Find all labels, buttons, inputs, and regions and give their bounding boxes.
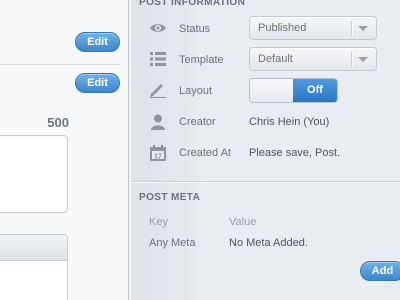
created-at-value: Please save, Post. xyxy=(249,147,341,159)
post-sidebar: POST INFORMATION Status Published Templa… xyxy=(130,0,400,300)
status-label: Status xyxy=(179,23,211,35)
content-editor-panel: Edit Edit 500 xyxy=(0,0,129,300)
edit-button[interactable]: Edit xyxy=(75,32,120,52)
status-value: Published xyxy=(258,22,307,34)
creator-label: Creator xyxy=(179,116,216,128)
post-information-title: POST INFORMATION xyxy=(139,0,246,8)
pencil-icon xyxy=(149,81,167,99)
content-textarea[interactable] xyxy=(0,135,68,213)
template-value: Default xyxy=(258,53,293,65)
svg-text:17: 17 xyxy=(154,153,162,160)
chevron-down-icon xyxy=(358,26,368,31)
toggle-knob[interactable] xyxy=(250,79,294,102)
post-meta-title: POST META xyxy=(139,192,201,203)
editor-box-header xyxy=(0,235,67,261)
eye-icon xyxy=(149,19,167,37)
meta-key-header: Key xyxy=(149,216,168,228)
chevron-down-icon xyxy=(358,57,368,62)
meta-row-value: No Meta Added. xyxy=(229,237,308,249)
editor-box[interactable] xyxy=(0,234,68,300)
divider xyxy=(0,64,121,65)
template-label: Template xyxy=(179,54,224,66)
list-icon xyxy=(149,50,167,68)
calendar-icon: 17 xyxy=(149,144,167,162)
template-select[interactable]: Default xyxy=(249,47,377,71)
meta-row-key: Any Meta xyxy=(149,237,196,249)
edit-button[interactable]: Edit xyxy=(75,73,120,93)
status-select[interactable]: Published xyxy=(249,16,377,40)
user-icon xyxy=(149,113,167,131)
meta-value-header: Value xyxy=(229,216,257,228)
toggle-off-label: Off xyxy=(293,79,337,102)
layout-label: Layout xyxy=(179,85,213,97)
section-divider xyxy=(131,181,400,183)
creator-value: Chris Hein (You) xyxy=(249,116,330,128)
created-at-label: Created At xyxy=(179,147,231,159)
layout-toggle[interactable]: Off xyxy=(249,78,338,103)
add-meta-button[interactable]: Add xyxy=(360,261,400,281)
character-count: 500 xyxy=(47,115,69,130)
